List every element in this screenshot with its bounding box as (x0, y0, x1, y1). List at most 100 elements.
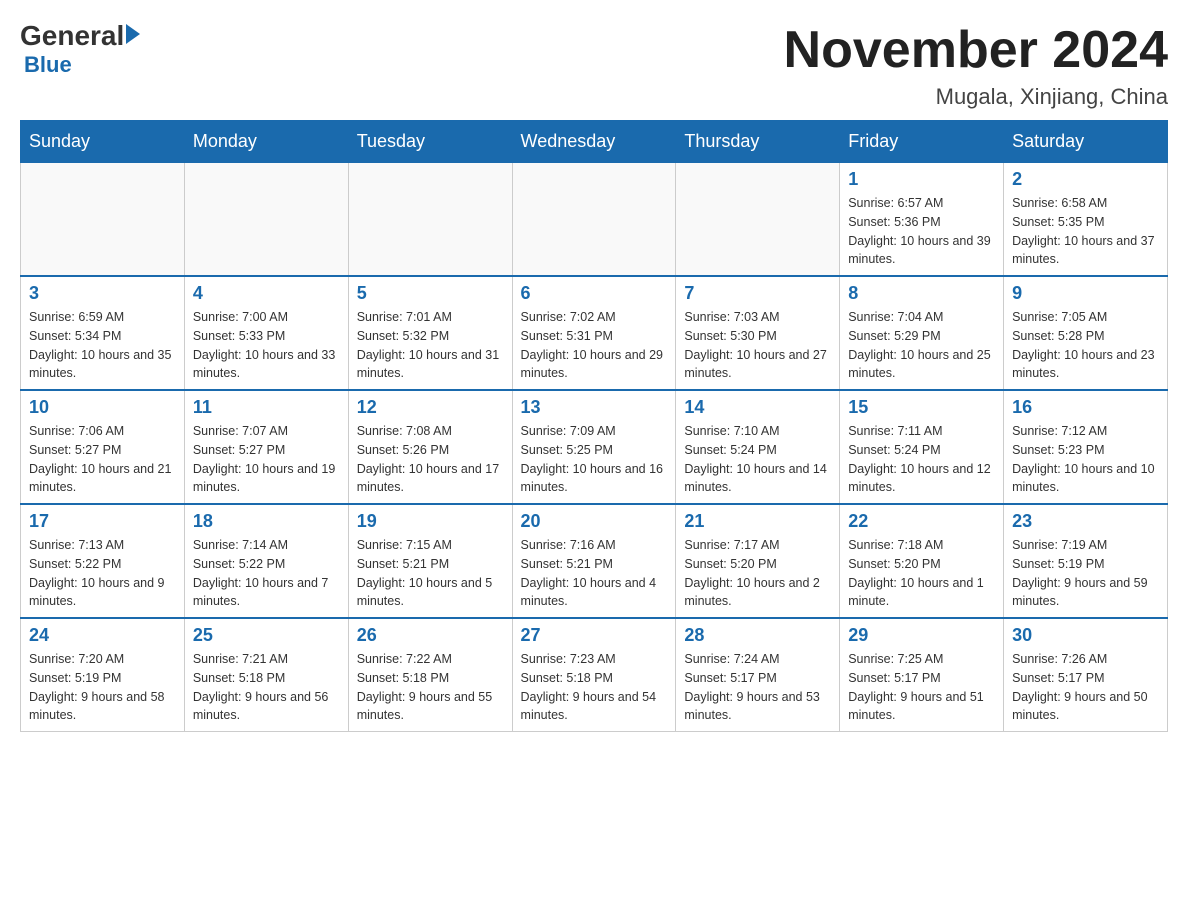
calendar-cell: 14 Sunrise: 7:10 AM Sunset: 5:24 PM Dayli… (676, 390, 840, 504)
page-header: General Blue November 2024 Mugala, Xinji… (20, 20, 1168, 110)
weekday-header-friday: Friday (840, 121, 1004, 163)
day-info: Sunrise: 6:59 AM Sunset: 5:34 PM Dayligh… (29, 308, 176, 383)
calendar-cell: 25 Sunrise: 7:21 AM Sunset: 5:18 PM Dayli… (184, 618, 348, 732)
logo-general-text: General (20, 20, 124, 52)
calendar-cell: 12Sunrise: 7:08 AM Sunset: 5:26 PM Dayli… (348, 390, 512, 504)
day-number: 8 (848, 283, 995, 304)
week-row-4: 17 Sunrise: 7:13 AM Sunset: 5:22 PM Dayli… (21, 504, 1168, 618)
day-info: Sunrise: 6:57 AM Sunset: 5:36 PM Dayligh… (848, 194, 995, 269)
weekday-header-sunday: Sunday (21, 121, 185, 163)
weekday-header-thursday: Thursday (676, 121, 840, 163)
calendar-cell: 10Sunrise: 7:06 AM Sunset: 5:27 PM Dayli… (21, 390, 185, 504)
calendar-cell: 19Sunrise: 7:15 AM Sunset: 5:21 PM Dayli… (348, 504, 512, 618)
calendar-cell: 9Sunrise: 7:05 AM Sunset: 5:28 PM Daylig… (1004, 276, 1168, 390)
day-number: 25 (193, 625, 340, 646)
calendar-cell: 28 Sunrise: 7:24 AM Sunset: 5:17 PM Dayli… (676, 618, 840, 732)
day-number: 21 (684, 511, 831, 532)
calendar-cell: 1 Sunrise: 6:57 AM Sunset: 5:36 PM Daylig… (840, 163, 1004, 277)
week-row-2: 3 Sunrise: 6:59 AM Sunset: 5:34 PM Daylig… (21, 276, 1168, 390)
day-info: Sunrise: 7:22 AM Sunset: 5:18 PM Dayligh… (357, 650, 504, 725)
day-number: 6 (521, 283, 668, 304)
calendar-cell: 16 Sunrise: 7:12 AM Sunset: 5:23 PM Dayli… (1004, 390, 1168, 504)
day-info: Sunrise: 7:16 AM Sunset: 5:21 PM Dayligh… (521, 536, 668, 611)
day-number: 24 (29, 625, 176, 646)
day-number: 18 (193, 511, 340, 532)
day-number: 2 (1012, 169, 1159, 190)
day-info: Sunrise: 7:15 AM Sunset: 5:21 PM Dayligh… (357, 536, 504, 611)
calendar-cell: 26 Sunrise: 7:22 AM Sunset: 5:18 PM Dayli… (348, 618, 512, 732)
day-info: Sunrise: 7:07 AM Sunset: 5:27 PM Dayligh… (193, 422, 340, 497)
day-info: Sunrise: 7:02 AM Sunset: 5:31 PM Dayligh… (521, 308, 668, 383)
weekday-header-saturday: Saturday (1004, 121, 1168, 163)
calendar-cell (348, 163, 512, 277)
day-number: 12 (357, 397, 504, 418)
calendar-cell (512, 163, 676, 277)
day-info: Sunrise: 7:19 AM Sunset: 5:19 PM Dayligh… (1012, 536, 1159, 611)
calendar-cell: 8 Sunrise: 7:04 AM Sunset: 5:29 PM Daylig… (840, 276, 1004, 390)
day-number: 30 (1012, 625, 1159, 646)
week-row-5: 24Sunrise: 7:20 AM Sunset: 5:19 PM Dayli… (21, 618, 1168, 732)
day-info: Sunrise: 7:10 AM Sunset: 5:24 PM Dayligh… (684, 422, 831, 497)
day-info: Sunrise: 7:01 AM Sunset: 5:32 PM Dayligh… (357, 308, 504, 383)
week-row-1: 1 Sunrise: 6:57 AM Sunset: 5:36 PM Daylig… (21, 163, 1168, 277)
day-info: Sunrise: 7:14 AM Sunset: 5:22 PM Dayligh… (193, 536, 340, 611)
day-info: Sunrise: 7:04 AM Sunset: 5:29 PM Dayligh… (848, 308, 995, 383)
day-number: 5 (357, 283, 504, 304)
day-info: Sunrise: 7:00 AM Sunset: 5:33 PM Dayligh… (193, 308, 340, 383)
calendar-cell: 4 Sunrise: 7:00 AM Sunset: 5:33 PM Daylig… (184, 276, 348, 390)
calendar-cell: 2 Sunrise: 6:58 AM Sunset: 5:35 PM Daylig… (1004, 163, 1168, 277)
logo-area: General Blue (20, 20, 140, 78)
day-info: Sunrise: 7:26 AM Sunset: 5:17 PM Dayligh… (1012, 650, 1159, 725)
calendar-cell: 22 Sunrise: 7:18 AM Sunset: 5:20 PM Dayli… (840, 504, 1004, 618)
day-number: 23 (1012, 511, 1159, 532)
day-info: Sunrise: 7:12 AM Sunset: 5:23 PM Dayligh… (1012, 422, 1159, 497)
day-info: Sunrise: 7:21 AM Sunset: 5:18 PM Dayligh… (193, 650, 340, 725)
logo-arrow-icon (126, 24, 140, 44)
calendar-title: November 2024 (784, 20, 1168, 80)
weekday-header-wednesday: Wednesday (512, 121, 676, 163)
day-number: 29 (848, 625, 995, 646)
weekday-header-tuesday: Tuesday (348, 121, 512, 163)
day-number: 22 (848, 511, 995, 532)
day-number: 26 (357, 625, 504, 646)
calendar-cell: 30 Sunrise: 7:26 AM Sunset: 5:17 PM Dayli… (1004, 618, 1168, 732)
day-number: 11 (193, 397, 340, 418)
day-info: Sunrise: 7:13 AM Sunset: 5:22 PM Dayligh… (29, 536, 176, 611)
day-info: Sunrise: 7:05 AM Sunset: 5:28 PM Dayligh… (1012, 308, 1159, 383)
calendar-cell: 6 Sunrise: 7:02 AM Sunset: 5:31 PM Daylig… (512, 276, 676, 390)
calendar-cell: 15Sunrise: 7:11 AM Sunset: 5:24 PM Dayli… (840, 390, 1004, 504)
calendar-cell: 24Sunrise: 7:20 AM Sunset: 5:19 PM Dayli… (21, 618, 185, 732)
weekday-header-row: SundayMondayTuesdayWednesdayThursdayFrid… (21, 121, 1168, 163)
calendar-cell (184, 163, 348, 277)
week-row-3: 10Sunrise: 7:06 AM Sunset: 5:27 PM Dayli… (21, 390, 1168, 504)
day-number: 1 (848, 169, 995, 190)
day-number: 3 (29, 283, 176, 304)
day-info: Sunrise: 7:25 AM Sunset: 5:17 PM Dayligh… (848, 650, 995, 725)
day-info: Sunrise: 7:03 AM Sunset: 5:30 PM Dayligh… (684, 308, 831, 383)
calendar-cell: 27 Sunrise: 7:23 AM Sunset: 5:18 PM Dayli… (512, 618, 676, 732)
calendar-cell: 20 Sunrise: 7:16 AM Sunset: 5:21 PM Dayli… (512, 504, 676, 618)
day-number: 4 (193, 283, 340, 304)
calendar-cell (676, 163, 840, 277)
calendar-cell: 23 Sunrise: 7:19 AM Sunset: 5:19 PM Dayli… (1004, 504, 1168, 618)
day-number: 14 (684, 397, 831, 418)
day-number: 17 (29, 511, 176, 532)
calendar-table: SundayMondayTuesdayWednesdayThursdayFrid… (20, 120, 1168, 732)
day-info: Sunrise: 7:24 AM Sunset: 5:17 PM Dayligh… (684, 650, 831, 725)
day-number: 16 (1012, 397, 1159, 418)
day-info: Sunrise: 7:18 AM Sunset: 5:20 PM Dayligh… (848, 536, 995, 611)
logo-blue-text: Blue (24, 52, 72, 78)
calendar-cell: 17 Sunrise: 7:13 AM Sunset: 5:22 PM Dayli… (21, 504, 185, 618)
calendar-subtitle: Mugala, Xinjiang, China (784, 84, 1168, 110)
day-info: Sunrise: 7:23 AM Sunset: 5:18 PM Dayligh… (521, 650, 668, 725)
logo: General (20, 20, 140, 52)
day-number: 27 (521, 625, 668, 646)
day-info: Sunrise: 6:58 AM Sunset: 5:35 PM Dayligh… (1012, 194, 1159, 269)
day-info: Sunrise: 7:06 AM Sunset: 5:27 PM Dayligh… (29, 422, 176, 497)
day-number: 28 (684, 625, 831, 646)
day-info: Sunrise: 7:11 AM Sunset: 5:24 PM Dayligh… (848, 422, 995, 497)
calendar-cell: 13Sunrise: 7:09 AM Sunset: 5:25 PM Dayli… (512, 390, 676, 504)
day-number: 20 (521, 511, 668, 532)
calendar-cell: 18 Sunrise: 7:14 AM Sunset: 5:22 PM Dayli… (184, 504, 348, 618)
day-info: Sunrise: 7:17 AM Sunset: 5:20 PM Dayligh… (684, 536, 831, 611)
